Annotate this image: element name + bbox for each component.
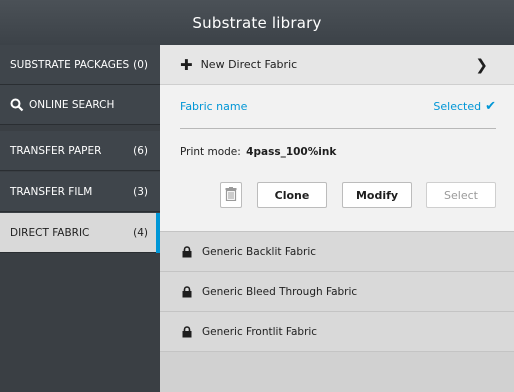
delete-button[interactable] — [220, 182, 242, 208]
lock-icon — [182, 245, 192, 258]
print-mode-label: Print mode: — [180, 146, 241, 158]
sidebar-item-label: TRANSFER FILM — [10, 185, 93, 198]
modify-button[interactable]: Modify — [342, 182, 412, 208]
fabric-name: Generic Frontlit Fabric — [202, 325, 318, 338]
search-icon — [10, 98, 24, 112]
sidebar: SUBSTRATE PACKAGES (0) ONLINE SEARCH TRA… — [0, 45, 160, 392]
sidebar-item-count: (0) — [133, 58, 148, 71]
sidebar-item-label: DIRECT FABRIC — [10, 226, 90, 239]
list-item[interactable]: Generic Backlit Fabric — [160, 231, 514, 271]
new-direct-fabric-button[interactable]: ✚ New Direct Fabric ❯ — [160, 45, 514, 85]
lock-icon — [182, 325, 192, 338]
title-bar: Substrate library — [0, 0, 514, 45]
trash-icon — [225, 186, 237, 204]
page-title: Substrate library — [192, 13, 322, 32]
sidebar-item-online-search[interactable]: ONLINE SEARCH — [0, 85, 160, 125]
sidebar-item-label: ONLINE SEARCH — [29, 98, 115, 111]
fabric-name: Generic Bleed Through Fabric — [202, 285, 358, 298]
sidebar-item-direct-fabric[interactable]: DIRECT FABRIC (4) — [0, 213, 160, 253]
sidebar-item-substrate-packages[interactable]: SUBSTRATE PACKAGES (0) — [0, 45, 160, 85]
select-button[interactable]: Select — [426, 182, 496, 208]
plus-icon: ✚ — [180, 55, 193, 74]
selected-label: Selected — [433, 100, 482, 113]
fabric-list: Generic Backlit Fabric Generic Bleed Thr… — [160, 231, 514, 392]
list-item[interactable]: Generic Frontlit Fabric — [160, 311, 514, 351]
sidebar-item-transfer-paper[interactable]: TRANSFER PAPER (6) — [0, 131, 160, 171]
fabric-name-label: Fabric name — [180, 100, 248, 113]
chevron-right-icon: ❯ — [475, 55, 488, 74]
sidebar-item-count: (4) — [133, 226, 148, 239]
print-mode: Print mode: 4pass_100%ink — [180, 146, 336, 158]
fabric-name-field[interactable]: Fabric name Selected ✔ — [180, 85, 496, 129]
sidebar-item-count: (6) — [133, 144, 148, 157]
main-panel: ✚ New Direct Fabric ❯ Fabric name Select… — [160, 45, 514, 392]
print-mode-value: 4pass_100%ink — [246, 146, 337, 158]
sidebar-item-label: TRANSFER PAPER — [10, 144, 102, 157]
sidebar-item-count: (3) — [133, 185, 148, 198]
new-direct-fabric-label: New Direct Fabric — [200, 58, 298, 71]
lock-icon — [182, 285, 192, 298]
fabric-name: Generic Backlit Fabric — [202, 245, 317, 258]
sidebar-item-transfer-film[interactable]: TRANSFER FILM (3) — [0, 172, 160, 212]
list-item[interactable]: Generic Bleed Through Fabric — [160, 271, 514, 311]
check-icon: ✔ — [485, 99, 496, 114]
sidebar-item-label: SUBSTRATE PACKAGES — [10, 58, 130, 71]
clone-button[interactable]: Clone — [257, 182, 327, 208]
list-item-empty — [160, 351, 514, 391]
